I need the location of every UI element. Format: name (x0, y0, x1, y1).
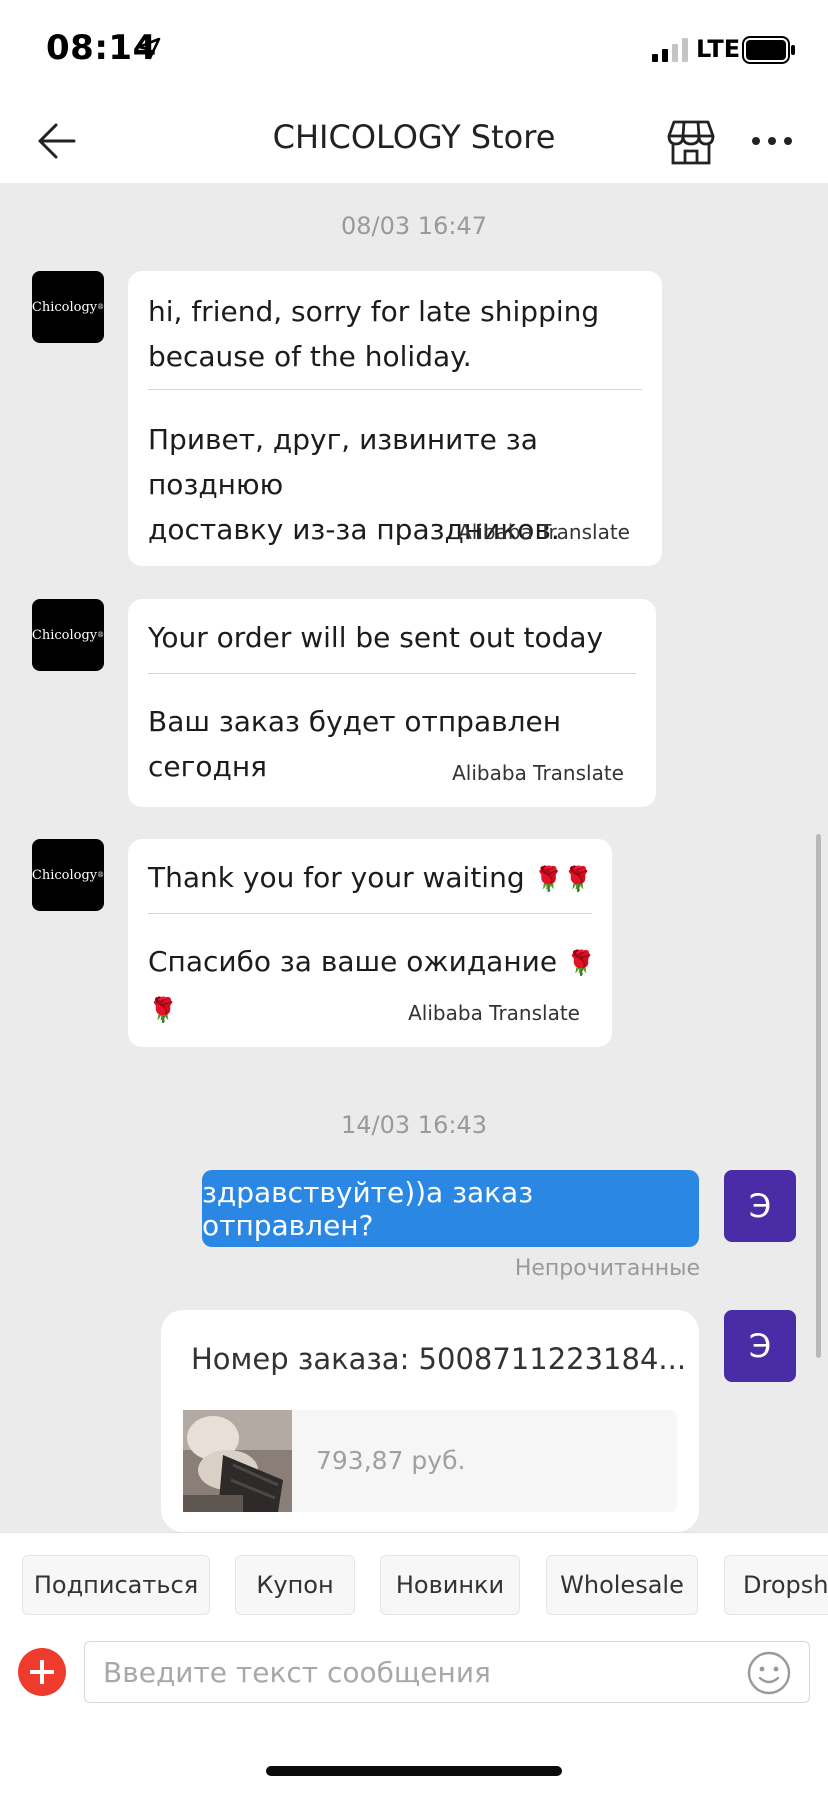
order-price: 793,87 руб. (316, 1446, 466, 1475)
composer-area: Подписаться Купон Новинки Wholesale Drop… (0, 1532, 828, 1793)
read-status: Непрочитанные (514, 1256, 700, 1281)
network-label: LTE (696, 35, 741, 63)
order-card[interactable]: Номер заказа: 5008711223184... 793,87 ру… (161, 1310, 699, 1532)
quick-action-new-arrivals[interactable]: Новинки (380, 1555, 520, 1615)
location-arrow-icon (137, 37, 161, 60)
translate-credit: Alibaba Translate (458, 520, 630, 544)
message-original-text: Thank you for your waiting 🌹🌹 (148, 861, 594, 894)
quick-action-coupon[interactable]: Купон (235, 1555, 355, 1615)
more-dots-icon[interactable] (748, 124, 796, 158)
divider (148, 673, 636, 674)
user-avatar[interactable]: Э (724, 1170, 796, 1242)
store-avatar-logo: Chicology (31, 627, 98, 643)
user-avatar[interactable]: Э (724, 1310, 796, 1382)
store-icon[interactable] (666, 118, 716, 166)
store-avatar[interactable]: Chicology ® (32, 271, 104, 343)
order-number: Номер заказа: 5008711223184... (191, 1342, 687, 1376)
translate-credit: Alibaba Translate (408, 1001, 580, 1025)
divider (148, 389, 642, 390)
chat-timestamp: 14/03 16:43 (341, 1111, 487, 1139)
divider (148, 913, 592, 914)
store-avatar[interactable]: Chicology ® (32, 839, 104, 911)
outgoing-message-bubble[interactable]: здравствуйте))а заказ отправлен? (202, 1170, 699, 1247)
rose-emoji: 🌹🌹 (533, 865, 594, 893)
message-original-text: Your order will be sent out today (148, 621, 604, 654)
quick-action-dropshipping[interactable]: Dropshi (724, 1555, 828, 1615)
message-bubble[interactable]: Your order will be sent out today Ваш за… (128, 599, 656, 807)
message-original-text: hi, friend, sorry for late shipping beca… (148, 295, 600, 373)
signal-icon (652, 38, 688, 62)
home-indicator[interactable] (266, 1766, 562, 1776)
store-avatar-logo: Chicology (31, 867, 98, 883)
battery-icon (742, 36, 795, 64)
message-bubble[interactable]: hi, friend, sorry for late shipping beca… (128, 271, 662, 566)
top-bar: 08:14 LTE CHICOLOGY Store (0, 0, 828, 183)
message-input[interactable] (84, 1641, 810, 1703)
plus-icon[interactable] (18, 1648, 66, 1696)
store-avatar[interactable]: Chicology ® (32, 599, 104, 671)
product-thumbnail (183, 1410, 292, 1512)
quick-action-subscribe[interactable]: Подписаться (22, 1555, 210, 1615)
order-product-row[interactable]: 793,87 руб. (183, 1410, 677, 1512)
scrollbar[interactable] (816, 834, 821, 1358)
message-bubble[interactable]: Thank you for your waiting 🌹🌹 Спасибо за… (128, 839, 612, 1047)
chat-timestamp: 08/03 16:47 (341, 212, 487, 240)
quick-action-wholesale[interactable]: Wholesale (546, 1555, 698, 1615)
smiley-icon[interactable] (746, 1650, 792, 1696)
store-avatar-logo: Chicology (31, 299, 98, 315)
translate-credit: Alibaba Translate (452, 761, 624, 785)
